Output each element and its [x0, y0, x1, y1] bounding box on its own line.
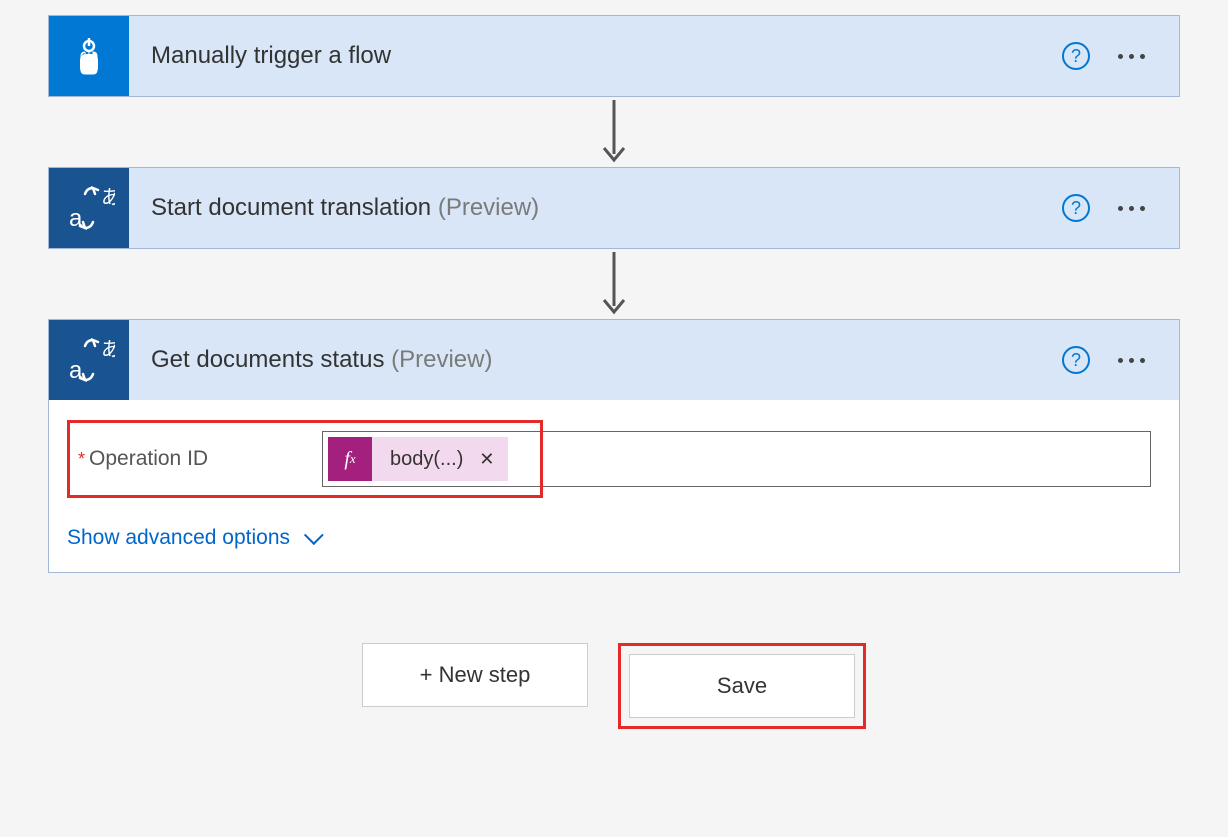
- svg-text:a: a: [69, 205, 83, 232]
- trigger-header[interactable]: Manually trigger a flow ?: [49, 16, 1179, 96]
- help-icon[interactable]: ?: [1062, 42, 1090, 70]
- required-indicator: *: [78, 449, 85, 470]
- svg-text:あ: あ: [101, 187, 115, 209]
- connector-arrow: [599, 97, 629, 167]
- show-advanced-link[interactable]: Show advanced options: [67, 526, 318, 550]
- trigger-title: Manually trigger a flow: [129, 42, 1062, 70]
- status-title: Get documents status (Preview): [129, 346, 1062, 374]
- operation-id-label: * Operation ID: [70, 423, 322, 495]
- translator-icon: あ a: [49, 168, 129, 248]
- status-header[interactable]: あ a Get documents status (Preview) ?: [49, 320, 1179, 400]
- operation-id-input-extend[interactable]: [543, 431, 1151, 487]
- help-icon[interactable]: ?: [1062, 346, 1090, 374]
- manual-trigger-icon: [49, 16, 129, 96]
- more-menu-icon[interactable]: [1114, 46, 1149, 67]
- more-menu-icon[interactable]: [1114, 198, 1149, 219]
- status-step: あ a Get documents status (Preview) ? * O…: [48, 319, 1180, 573]
- expression-text: body(...): [372, 448, 477, 471]
- operation-id-input[interactable]: fx body(...) ✕: [322, 431, 540, 487]
- more-menu-icon[interactable]: [1114, 350, 1149, 371]
- new-step-button[interactable]: + New step: [362, 643, 588, 707]
- svg-text:あ: あ: [101, 339, 115, 361]
- remove-chip-icon[interactable]: ✕: [477, 449, 508, 470]
- status-body: * Operation ID fx body(...) ✕ Show advan…: [49, 400, 1179, 572]
- expression-chip[interactable]: fx body(...) ✕: [328, 437, 508, 481]
- trigger-step: Manually trigger a flow ?: [48, 15, 1180, 97]
- translate-title: Start document translation (Preview): [129, 194, 1062, 222]
- svg-text:a: a: [69, 357, 83, 384]
- preview-label: (Preview): [391, 346, 492, 373]
- chevron-down-icon: [304, 525, 324, 545]
- connector-arrow: [599, 249, 629, 319]
- translate-step: あ a Start document translation (Preview)…: [48, 167, 1180, 249]
- save-highlight: Save: [618, 643, 866, 729]
- bottom-actions: + New step Save: [362, 643, 866, 729]
- fx-icon: fx: [328, 437, 372, 481]
- translate-header[interactable]: あ a Start document translation (Preview)…: [49, 168, 1179, 248]
- translator-icon: あ a: [49, 320, 129, 400]
- help-icon[interactable]: ?: [1062, 194, 1090, 222]
- save-button[interactable]: Save: [629, 654, 855, 718]
- preview-label: (Preview): [438, 194, 539, 221]
